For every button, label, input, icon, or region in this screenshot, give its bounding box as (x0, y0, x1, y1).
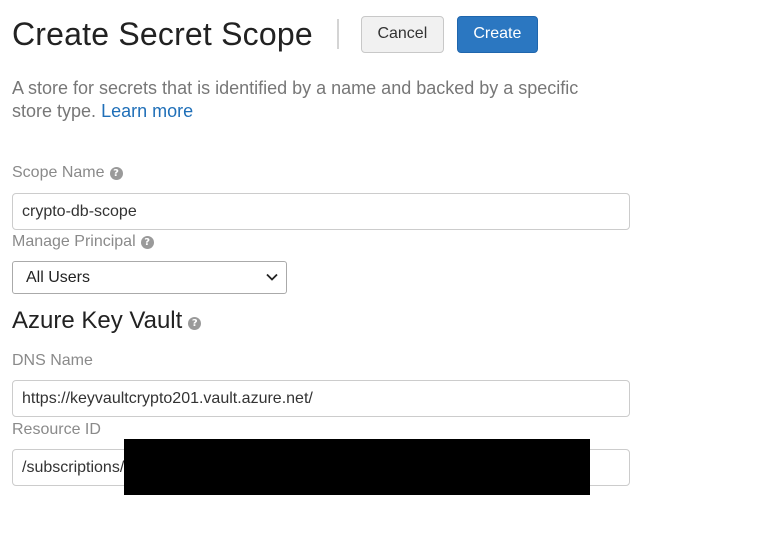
page-header: Create Secret Scope Cancel Create (12, 14, 538, 54)
dns-name-label: DNS Name (12, 351, 93, 371)
question-circle-icon[interactable]: ? (140, 235, 154, 249)
manage-principal-label: Manage Principal ? (12, 232, 154, 252)
title-divider (336, 19, 339, 49)
dns-name-input[interactable] (12, 380, 630, 417)
resource-id-label: Resource ID (12, 420, 101, 440)
scope-name-input[interactable] (12, 193, 630, 230)
page-title: Create Secret Scope (12, 16, 313, 52)
question-circle-icon[interactable]: ? (109, 166, 123, 180)
redaction-block (124, 439, 590, 495)
description-text: A store for secrets that is identified b… (12, 78, 579, 121)
manage-principal-selected-value: All Users (26, 268, 91, 286)
learn-more-link[interactable]: Learn more (101, 101, 193, 121)
chevron-down-icon (266, 273, 278, 281)
manage-principal-label-text: Manage Principal (12, 233, 136, 250)
azure-key-vault-title: Azure Key Vault (12, 307, 183, 334)
create-button[interactable]: Create (456, 15, 538, 53)
manage-principal-select[interactable]: All Users (12, 261, 287, 294)
question-circle-icon[interactable]: ? (188, 316, 202, 330)
page-description: A store for secrets that is identified b… (12, 77, 622, 123)
resource-id-label-text: Resource ID (12, 421, 101, 438)
azure-key-vault-heading: Azure Key Vault ? (12, 307, 202, 335)
dns-name-label-text: DNS Name (12, 352, 93, 369)
scope-name-label-text: Scope Name (12, 164, 105, 181)
cancel-button[interactable]: Cancel (360, 15, 444, 53)
scope-name-label: Scope Name ? (12, 163, 123, 183)
